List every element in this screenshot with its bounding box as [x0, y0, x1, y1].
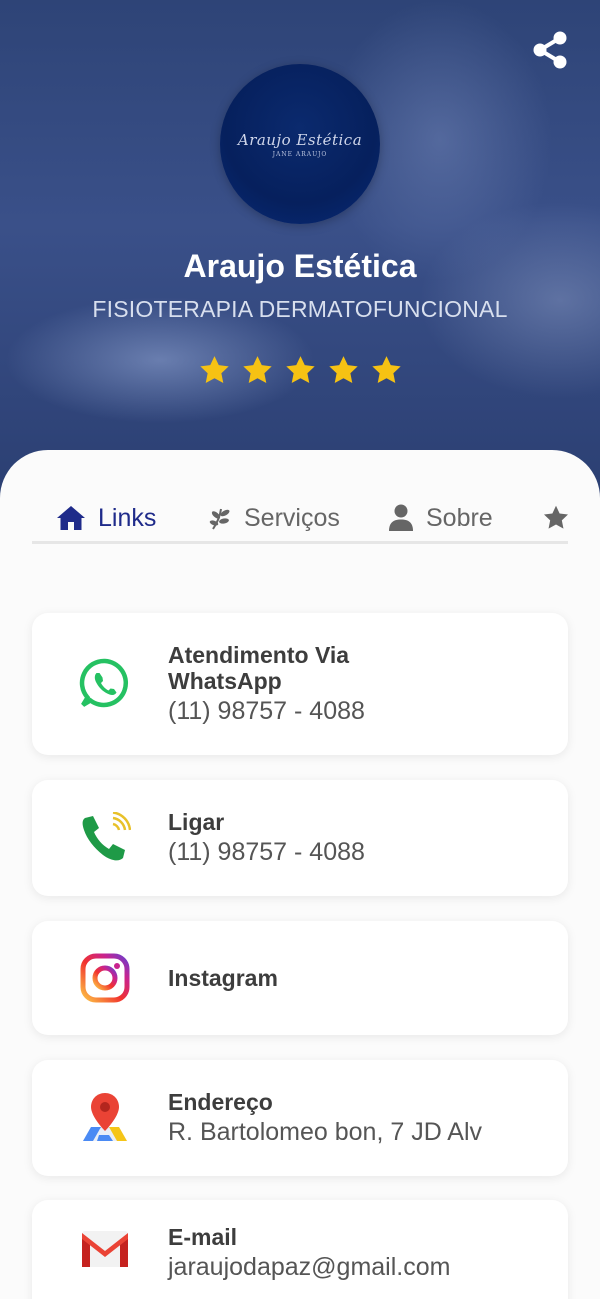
tab-label: Links	[98, 503, 157, 532]
business-subtitle: FISIOTERAPIA DERMATOFUNCIONAL	[92, 296, 508, 322]
star-icon	[285, 356, 315, 384]
phone-icon	[78, 811, 132, 865]
user-icon	[389, 504, 413, 531]
gmail-icon	[78, 1222, 132, 1276]
logo-subtext: JANE ARAUJO	[272, 150, 328, 158]
star-icon	[371, 356, 401, 384]
link-card-email[interactable]: E-mail jaraujodapaz@gmail.com	[32, 1200, 568, 1299]
link-card-phone[interactable]: Ligar (11) 98757 - 4088	[32, 780, 568, 896]
link-value: (11) 98757 - 4088	[168, 697, 365, 725]
link-title: Endereço	[168, 1089, 273, 1115]
link-title: Ligar	[168, 809, 225, 835]
tab-bar: Links Serviços Sobre	[32, 494, 568, 544]
share-button[interactable]	[530, 30, 570, 70]
link-card-whatsapp[interactable]: Atendimento Via WhatsApp (11) 98757 - 40…	[32, 613, 568, 755]
star-icon	[543, 505, 568, 529]
link-value: R. Bartolomeo bon, 7 JD Alv	[168, 1118, 483, 1146]
business-logo: Araujo Estética JANE ARAUJO	[220, 64, 380, 224]
rating-stars	[0, 354, 600, 387]
tab-links[interactable]: Links	[56, 494, 157, 541]
link-value: jaraujodapaz@gmail.com	[168, 1253, 451, 1281]
link-value: (11) 98757 - 4088	[168, 838, 365, 866]
star-icon	[242, 356, 272, 384]
link-card-address[interactable]: Endereço R. Bartolomeo bon, 7 JD Alv	[32, 1060, 568, 1176]
link-title: Instagram	[168, 965, 278, 991]
tab-label: Sobre	[426, 503, 493, 532]
active-tab-indicator	[32, 541, 186, 544]
whatsapp-icon	[78, 657, 132, 711]
link-card-instagram[interactable]: Instagram	[32, 921, 568, 1035]
tab-servicos[interactable]: Serviços	[208, 494, 340, 541]
link-title: Atendimento Via WhatsApp	[168, 642, 350, 694]
business-name: Araujo Estética	[183, 248, 417, 284]
logo-text: Araujo Estética	[237, 130, 363, 149]
home-icon	[57, 506, 85, 530]
link-title: E-mail	[168, 1224, 238, 1250]
profile-header: Araujo Estética JANE ARAUJO Araujo Estét…	[0, 0, 600, 500]
tab-avaliacoes[interactable]	[542, 494, 568, 541]
map-pin-icon	[78, 1091, 132, 1145]
star-icon	[199, 356, 229, 384]
tab-label: Serviços	[244, 503, 340, 532]
tab-sobre[interactable]: Sobre	[388, 494, 493, 541]
leaf-icon	[209, 508, 230, 530]
share-icon	[533, 31, 567, 69]
content-sheet: Links Serviços Sobre Atendimento Via Wha…	[0, 450, 600, 1299]
instagram-icon	[78, 951, 132, 1005]
star-icon	[328, 356, 358, 384]
